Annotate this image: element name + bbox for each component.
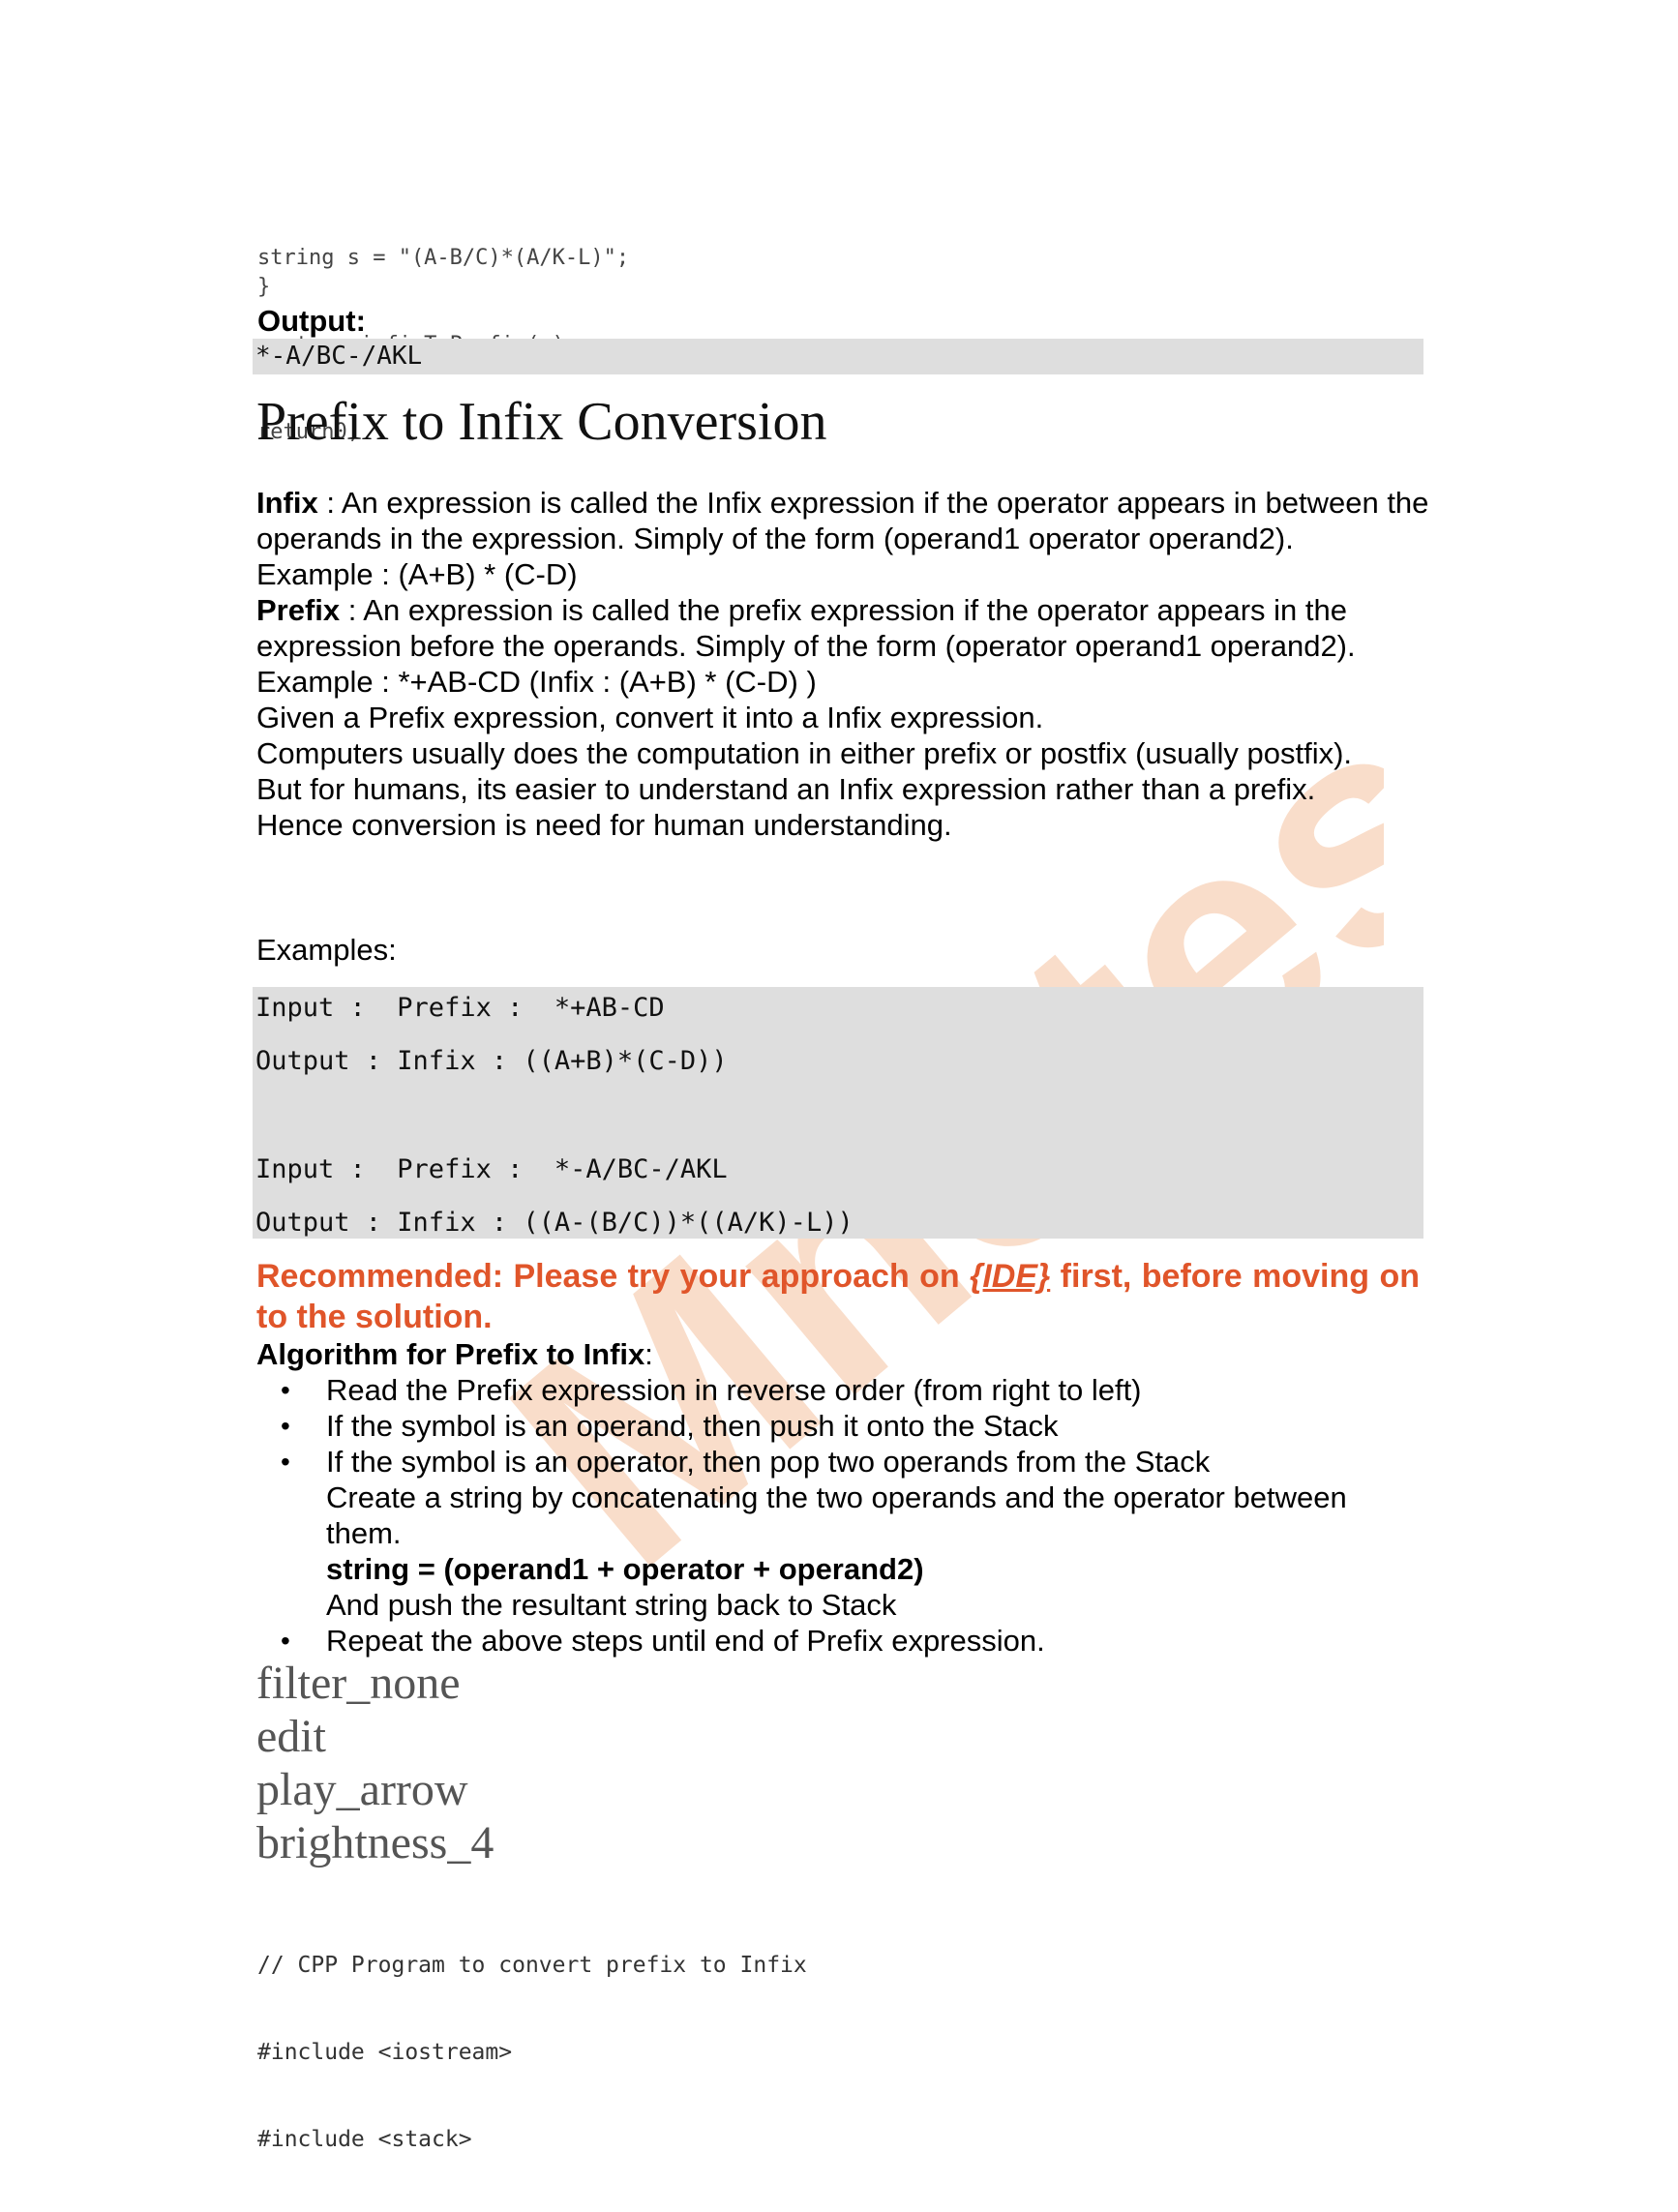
algorithm-title-text: Algorithm for Prefix to Infix [256,1337,645,1371]
play-arrow-icon[interactable]: play_arrow [256,1763,494,1816]
example-input-1: Input : Prefix : *+AB-CD [255,993,665,1023]
examples-box [253,987,1423,1239]
conversion-note: Hence conversion is need for human under… [256,808,952,842]
task-statement: Given a Prefix expression, convert it in… [256,701,1044,734]
list-item: • If the symbol is an operand, then push… [281,1408,1429,1444]
code-line: #include <iostream> [257,2040,513,2065]
example-output-2: Output : Infix : ((A-(B/C))*((A/K)-L)) [255,1208,854,1238]
algorithm-title-colon: : [644,1337,653,1371]
list-item: • If the symbol is an operator, then pop… [281,1444,1429,1623]
step-formula: string = (operand1 + operator + operand2… [326,1552,924,1586]
bullet-icon: • [281,1626,290,1656]
code-line: string s = "(A-B/C)*(A/K-L)"; [257,246,630,270]
code-toolbar-labels: filter_none edit play_arrow brightness_4 [256,1657,494,1869]
prefix-example: Example : *+AB-CD (Infix : (A+B) * (C-D)… [256,665,817,699]
bullet-icon: • [281,1411,290,1441]
prefix-term: Prefix [256,593,341,627]
step-text: If the symbol is an operator, then pop t… [326,1445,1211,1479]
infix-definition: Infix : An expression is called the Infi… [256,485,1437,556]
computers-note: Computers usually does the computation i… [256,736,1353,770]
bullet-icon: • [281,1375,290,1405]
output-value: *-A/BC-/AKL [255,342,423,371]
document-page: Mnotes string s = "(A-B/C)*(A/K-L)"; cou… [0,0,1678,2171]
humans-note: But for humans, its easier to understand… [256,772,1316,806]
recommend-text-before: Recommended: Please try your approach on [256,1258,971,1295]
intro-text: Infix : An expression is called the Infi… [256,485,1437,843]
infix-example: Example : (A+B) * (C-D) [256,557,578,591]
infix-term: Infix [256,486,318,520]
code-snippet-bottom: // CPP Program to convert prefix to Infi… [257,1893,807,2212]
example-input-2: Input : Prefix : *-A/BC-/AKL [255,1154,728,1184]
code-closing-brace: } [257,275,271,299]
output-box [253,339,1423,374]
example-output-1: Output : Infix : ((A+B)*(C-D)) [255,1046,728,1076]
bullet-icon: • [281,1447,290,1477]
step-subtext: And push the resultant string back to St… [326,1588,897,1622]
filter-none-icon[interactable]: filter_none [256,1657,494,1710]
step-text: Read the Prefix expression in reverse or… [326,1373,1142,1407]
step-text: If the symbol is an operand, then push i… [326,1409,1059,1443]
examples-label: Examples: [256,933,397,967]
output-label: Output: [257,304,366,338]
ide-link[interactable]: {IDE} [970,1258,1050,1295]
step-text: Repeat the above steps until end of Pref… [326,1624,1045,1658]
algorithm-steps: • Read the Prefix expression in reverse … [281,1372,1429,1659]
prefix-definition: Prefix : An expression is called the pre… [256,592,1437,664]
list-item: • Repeat the above steps until end of Pr… [281,1623,1429,1659]
recommendation-note: Recommended: Please try your approach on… [256,1256,1420,1337]
step-subtext: Create a string by concatenating the two… [326,1480,1347,1550]
prefix-def-text: : An expression is called the prefix exp… [256,593,1356,663]
list-item: • Read the Prefix expression in reverse … [281,1372,1429,1408]
code-line: #include <stack> [257,2127,472,2152]
brightness-icon[interactable]: brightness_4 [256,1816,494,1869]
edit-icon[interactable]: edit [256,1710,494,1763]
infix-def-text: : An expression is called the Infix expr… [256,486,1429,555]
algorithm-title: Algorithm for Prefix to Infix: [256,1337,653,1372]
code-line: // CPP Program to convert prefix to Infi… [257,1953,807,1978]
page-title: Prefix to Infix Conversion [256,392,827,452]
